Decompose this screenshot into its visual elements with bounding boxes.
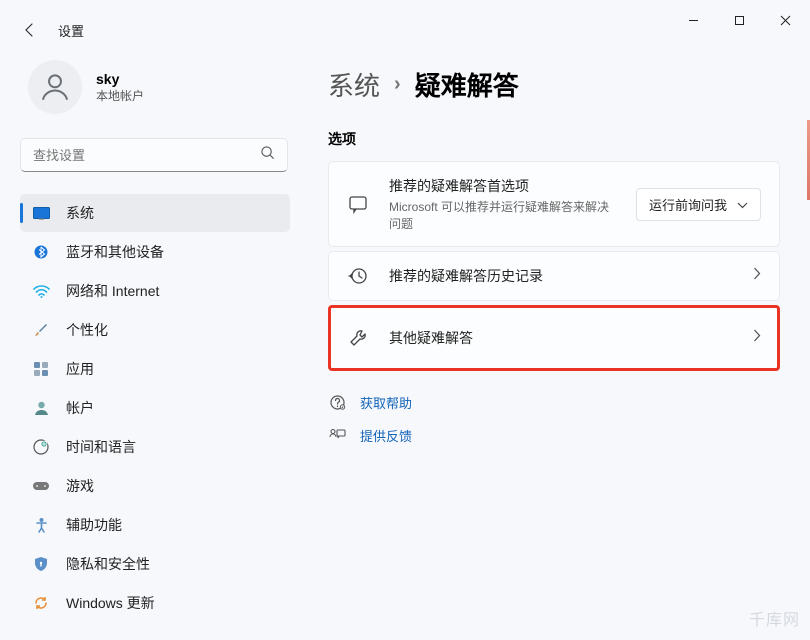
sidebar-item-label: Windows 更新 <box>66 593 155 613</box>
accessibility-icon <box>32 516 50 534</box>
chevron-right-icon <box>753 267 761 285</box>
app-title: 设置 <box>58 21 84 40</box>
apps-icon <box>32 360 50 378</box>
back-button[interactable] <box>20 20 40 40</box>
breadcrumb-current: 疑难解答 <box>415 66 519 103</box>
link-text: 获取帮助 <box>360 393 412 412</box>
section-options-label: 选项 <box>328 129 780 149</box>
wrench-icon <box>347 328 369 348</box>
sidebar-item-label: 帐户 <box>66 398 94 418</box>
user-subtitle: 本地帐户 <box>96 87 144 104</box>
search-icon <box>260 145 275 165</box>
card-title: 其他疑难解答 <box>389 328 753 348</box>
feedback-icon <box>328 428 346 443</box>
breadcrumb: 系统 › 疑难解答 <box>328 66 780 103</box>
sidebar-item-label: 系统 <box>66 203 94 223</box>
close-button[interactable] <box>762 4 808 36</box>
chevron-right-icon <box>753 329 761 347</box>
maximize-button[interactable] <box>716 4 762 36</box>
person-icon <box>32 399 50 417</box>
gamepad-icon <box>32 477 50 495</box>
card-history[interactable]: 推荐的疑难解答历史记录 <box>328 251 780 301</box>
chevron-down-icon <box>737 197 748 212</box>
sidebar-item-label: 辅助功能 <box>66 515 122 535</box>
search-input[interactable] <box>33 148 260 163</box>
shield-icon <box>32 555 50 573</box>
sidebar-item-label: 应用 <box>66 359 94 379</box>
help-icon <box>328 394 346 411</box>
sidebar-item-label: 隐私和安全性 <box>66 554 150 574</box>
sidebar-item-time-language[interactable]: 时间和语言 <box>20 428 290 466</box>
breadcrumb-parent[interactable]: 系统 <box>328 66 380 103</box>
sidebar-item-label: 蓝牙和其他设备 <box>66 242 164 262</box>
watermark: 千库网 <box>749 606 800 630</box>
dropdown-value: 运行前询问我 <box>649 195 727 214</box>
card-title: 推荐的疑难解答历史记录 <box>389 266 753 286</box>
breadcrumb-separator: › <box>394 73 401 96</box>
user-name: sky <box>96 71 144 87</box>
sidebar-item-label: 时间和语言 <box>66 437 136 457</box>
card-title: 推荐的疑难解答首选项 <box>389 176 636 196</box>
avatar <box>28 60 82 114</box>
sidebar-item-update[interactable]: Windows 更新 <box>20 584 290 622</box>
sidebar-item-privacy[interactable]: 隐私和安全性 <box>20 545 290 583</box>
sidebar: sky 本地帐户 系统 蓝牙和其他设备 网络和 Internet <box>0 40 300 623</box>
sidebar-item-network[interactable]: 网络和 Internet <box>20 272 290 310</box>
link-feedback[interactable]: 提供反馈 <box>328 426 780 445</box>
sidebar-item-label: 网络和 Internet <box>66 281 159 301</box>
brush-icon <box>32 321 50 339</box>
display-icon <box>32 204 50 222</box>
sidebar-item-bluetooth[interactable]: 蓝牙和其他设备 <box>20 233 290 271</box>
sidebar-item-system[interactable]: 系统 <box>20 194 290 232</box>
nav-list: 系统 蓝牙和其他设备 网络和 Internet 个性化 应用 帐户 <box>20 194 300 622</box>
card-other-troubleshooters[interactable]: 其他疑难解答 <box>328 305 780 371</box>
user-block[interactable]: sky 本地帐户 <box>20 60 300 114</box>
minimize-button[interactable] <box>670 4 716 36</box>
sidebar-item-label: 游戏 <box>66 476 94 496</box>
sidebar-item-apps[interactable]: 应用 <box>20 350 290 388</box>
link-text: 提供反馈 <box>360 426 412 445</box>
bluetooth-icon <box>32 243 50 261</box>
sidebar-item-label: 个性化 <box>66 320 108 340</box>
card-recommended-preference[interactable]: 推荐的疑难解答首选项 Microsoft 可以推荐并运行疑难解答来解决问题 运行… <box>328 161 780 247</box>
wifi-icon <box>32 282 50 300</box>
sidebar-item-personalization[interactable]: 个性化 <box>20 311 290 349</box>
main-content: 系统 › 疑难解答 选项 推荐的疑难解答首选项 Microsoft 可以推荐并运… <box>300 40 810 623</box>
search-box[interactable] <box>20 138 288 172</box>
link-get-help[interactable]: 获取帮助 <box>328 393 780 412</box>
sidebar-item-accounts[interactable]: 帐户 <box>20 389 290 427</box>
chat-icon <box>347 194 369 214</box>
recommended-action-dropdown[interactable]: 运行前询问我 <box>636 188 761 221</box>
history-icon <box>347 266 369 286</box>
card-subtitle: Microsoft 可以推荐并运行疑难解答来解决问题 <box>389 198 609 232</box>
titlebar: 设置 <box>0 0 810 40</box>
update-icon <box>32 594 50 612</box>
globe-icon <box>32 438 50 456</box>
sidebar-item-accessibility[interactable]: 辅助功能 <box>20 506 290 544</box>
sidebar-item-gaming[interactable]: 游戏 <box>20 467 290 505</box>
